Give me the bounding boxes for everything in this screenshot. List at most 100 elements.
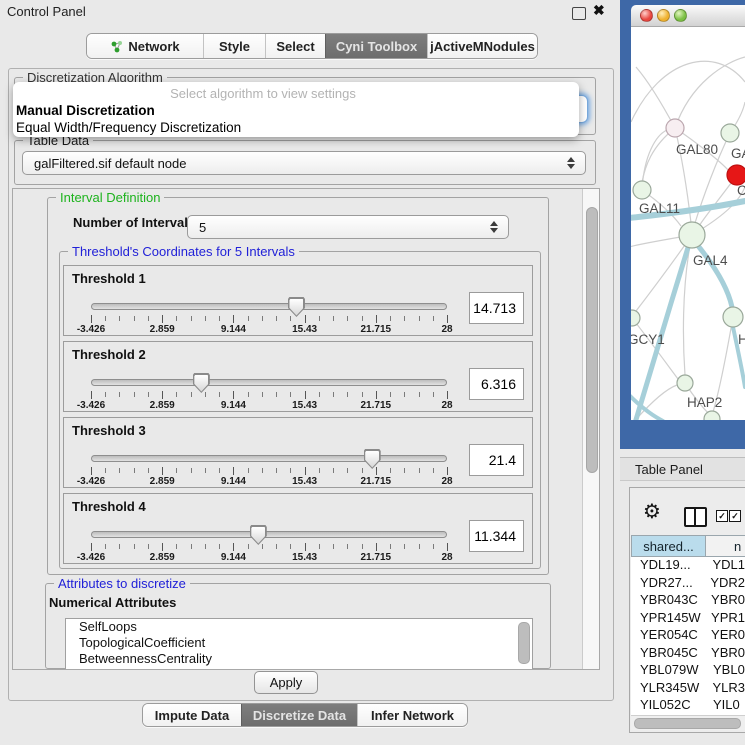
cell-name: YER0 [709, 627, 745, 645]
threshold-value-field[interactable]: 6.316 [469, 368, 524, 400]
major-tick [305, 543, 306, 551]
application-root: Control Panel ✖ NetworkStyleSelectCyni T… [0, 0, 745, 745]
table-row[interactable]: YLR345WYLR3 [631, 680, 745, 698]
network-view-window[interactable]: GAL80GALCGAL11GAL4GCY1HHAP2 [620, 0, 745, 449]
network-node[interactable] [677, 375, 693, 391]
major-tick [91, 467, 92, 475]
network-node[interactable] [704, 411, 720, 420]
slider-thumb[interactable] [364, 449, 381, 469]
dropdown-placeholder-option[interactable]: Select algorithm to view settings [13, 86, 513, 101]
split-columns-icon[interactable] [684, 507, 707, 527]
tab-select[interactable]: Select [265, 34, 325, 58]
close-icon[interactable]: ✖ [593, 2, 605, 19]
slider-thumb[interactable] [193, 373, 210, 393]
slider-track[interactable] [91, 455, 447, 462]
network-node[interactable] [633, 181, 651, 199]
list-scrollbar-thumb[interactable] [518, 622, 530, 664]
checkbox-icon[interactable]: ✓ [729, 510, 741, 522]
slider-track[interactable] [91, 379, 447, 386]
cell-shared-name: YPR145W [631, 610, 709, 628]
minor-tick [419, 392, 420, 397]
minimize-traffic-light[interactable] [657, 9, 670, 22]
slider-thumb[interactable] [288, 297, 305, 317]
table-row[interactable]: YBR045CYBR0 [631, 645, 745, 663]
tab-cyni-toolbox[interactable]: Cyni Toolbox [325, 34, 427, 58]
gear-icon[interactable]: ⚙ [643, 501, 661, 521]
network-node[interactable] [723, 307, 743, 327]
tab-network[interactable]: Network [87, 34, 203, 58]
tab-jactivemnodules[interactable]: jActiveMNodules [427, 34, 537, 58]
tick-label: 2.859 [150, 476, 175, 487]
horizontal-scrollbar-thumb[interactable] [634, 718, 741, 729]
network-node[interactable] [666, 119, 684, 137]
minor-tick [390, 544, 391, 549]
float-window-icon[interactable] [572, 7, 586, 20]
network-canvas[interactable]: GAL80GALCGAL11GAL4GCY1HHAP2 [631, 27, 745, 420]
checkbox-icon[interactable]: ✓ [716, 510, 728, 522]
close-traffic-light[interactable] [640, 9, 653, 22]
numerical-attributes-list[interactable]: SelfLoopsTopologicalCoefficientBetweenne… [65, 618, 533, 670]
tick-label: -3.426 [77, 324, 105, 335]
table-data-combobox[interactable]: galFiltered.sif default node [22, 151, 586, 175]
num-intervals-value: 5 [188, 220, 486, 235]
attribute-list-item[interactable]: SelfLoops [66, 619, 532, 635]
slider-track[interactable] [91, 303, 447, 310]
attribute-list-item[interactable]: TopologicalCoefficient [66, 635, 532, 651]
minor-tick [219, 468, 220, 473]
network-node-label: GAL [731, 146, 745, 161]
slider-thumb[interactable] [250, 525, 267, 545]
table-row[interactable]: YBR043CYBR0 [631, 592, 745, 610]
threshold-value-field[interactable]: 14.713 [469, 292, 524, 324]
num-intervals-combobox[interactable]: 5 [187, 215, 509, 239]
slider-track[interactable] [91, 531, 447, 538]
cell-shared-name: YBR045C [631, 645, 709, 663]
column-header-2[interactable]: n [706, 535, 745, 557]
table-row[interactable]: YIL052CYIL0 [631, 697, 745, 715]
tab-style[interactable]: Style [203, 34, 265, 58]
tab-infer-network[interactable]: Infer Network [357, 704, 467, 726]
apply-button[interactable]: Apply [254, 671, 318, 694]
vertical-scrollbar-thumb[interactable] [586, 207, 598, 473]
minor-tick [191, 316, 192, 321]
attribute-list-item[interactable]: BetweennessCentrality [66, 651, 532, 667]
network-node-label: GCY1 [631, 332, 665, 347]
major-tick [233, 543, 234, 551]
table-row[interactable]: YDL19...YDL1 [631, 557, 745, 575]
minor-tick [248, 392, 249, 397]
table-row[interactable]: YER054CYER0 [631, 627, 745, 645]
tab-discretize-data[interactable]: Discretize Data [241, 704, 357, 726]
tick-label: 9.144 [221, 324, 246, 335]
minor-tick [347, 468, 348, 473]
vertical-scrollbar[interactable] [582, 189, 599, 669]
cell-shared-name: YDL19... [631, 557, 710, 575]
minor-tick [404, 316, 405, 321]
table-row[interactable]: YDR27...YDR2 [631, 575, 745, 593]
tab-impute-data[interactable]: Impute Data [143, 704, 241, 726]
minor-tick [390, 468, 391, 473]
network-node[interactable] [721, 124, 739, 142]
minor-tick [276, 468, 277, 473]
minor-tick [119, 544, 120, 549]
tick-label: 28 [441, 552, 452, 563]
minor-tick [433, 392, 434, 397]
network-node[interactable] [631, 310, 640, 326]
column-header-1[interactable]: shared... [631, 535, 706, 557]
horizontal-scrollbar[interactable] [631, 715, 745, 730]
dropdown-option-equal-width[interactable]: Equal Width/Frequency Discretization [16, 120, 241, 135]
threshold-value-field[interactable]: 11.344 [469, 520, 524, 552]
minor-tick [248, 544, 249, 549]
table-row[interactable]: YPR145WYPR1 [631, 610, 745, 628]
tab-label: Select [276, 39, 314, 54]
network-node[interactable] [727, 165, 745, 185]
network-node[interactable] [679, 222, 705, 248]
zoom-traffic-light[interactable] [674, 9, 687, 22]
minor-tick [433, 468, 434, 473]
interval-definition-title: Interval Definition [56, 190, 164, 205]
numerical-attributes-heading: Numerical Attributes [49, 595, 176, 610]
threshold-value-field[interactable]: 21.4 [469, 444, 524, 476]
network-edge [675, 57, 745, 128]
slider-thumb-face [251, 527, 265, 544]
network-window-titlebar[interactable] [631, 5, 745, 27]
table-row[interactable]: YBL079WYBL0 [631, 662, 745, 680]
dropdown-option-manual[interactable]: Manual Discretization [16, 103, 155, 118]
